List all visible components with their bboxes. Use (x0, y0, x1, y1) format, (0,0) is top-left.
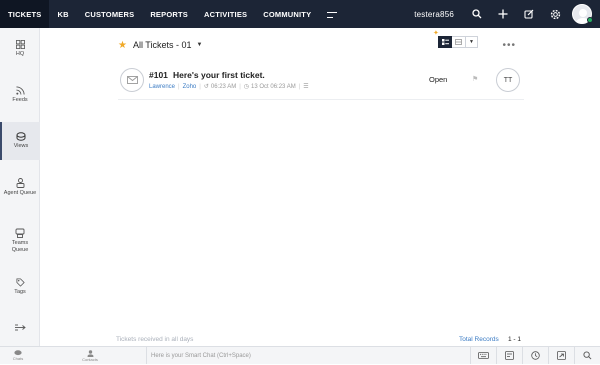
account-link[interactable]: Zoho (183, 84, 197, 90)
top-navigation: TICKETS KB CUSTOMERS REPORTS ACTIVITIES … (0, 0, 600, 28)
sidebar-item-teams-queue[interactable]: Teams Queue (0, 228, 40, 253)
email-channel-icon (120, 68, 144, 92)
card-view-button[interactable] (438, 36, 452, 48)
sidebar-item-label: HQ (15, 51, 25, 57)
tab-tickets[interactable]: TICKETS (0, 0, 50, 28)
sidebar-item-label: Teams Queue (11, 240, 29, 253)
ticket-id[interactable]: #101 (149, 70, 168, 80)
sidebar-item-tags[interactable]: Tags (0, 278, 40, 296)
tab-label: KB (57, 9, 69, 19)
portal-name[interactable]: testera856 (414, 10, 454, 19)
views-icon (16, 132, 26, 141)
tab-label: REPORTS (150, 9, 188, 19)
history-icon[interactable] (522, 347, 548, 364)
tab-activities[interactable]: ACTIVITIES (196, 0, 255, 28)
sidebar-item-agent-queue[interactable]: Agent Queue (0, 178, 40, 197)
sidebar-item-feeds[interactable]: Feeds (0, 86, 40, 104)
tag-icon (15, 278, 25, 287)
tab-reports[interactable]: REPORTS (142, 0, 196, 28)
compose-icon[interactable] (516, 0, 542, 28)
status-badge[interactable]: Open (429, 75, 447, 84)
contacts-button[interactable]: Contacts (72, 347, 108, 365)
table-view-button[interactable] (452, 36, 466, 48)
tab-label: CUSTOMERS (84, 9, 135, 19)
clock-icon: ◷ (243, 84, 250, 90)
view-header: ★ All Tickets - 01 ▼ ✦ ▼ ••• (118, 30, 520, 54)
ticket-meta: Lawrence | Zoho | ↺ 06:23 AM | ◷ 13 Oct … (149, 83, 309, 91)
sidebar-item-views[interactable]: Views (0, 122, 40, 160)
priority-flag-icon[interactable]: ⚑ (472, 75, 478, 83)
plus-icon[interactable] (490, 0, 516, 28)
ticket-subject[interactable]: Here's your first ticket. (173, 70, 265, 80)
contacts-label: Contacts (82, 356, 98, 362)
tab-customers[interactable]: CUSTOMERS (77, 0, 143, 28)
footer-info: Tickets received in all days (116, 336, 194, 343)
teams-queue-icon (15, 228, 25, 238)
chats-button[interactable]: Chats (0, 347, 36, 365)
bottom-bar: Chats Contacts Here is your Smart Chat (… (0, 346, 600, 364)
more-options-icon[interactable]: ••• (502, 40, 516, 51)
smart-chat-input[interactable]: Here is your Smart Chat (Ctrl+Space) (146, 347, 476, 364)
list-icon (441, 39, 449, 45)
tab-kb[interactable]: KB (49, 0, 76, 28)
left-sidebar: HQ Feeds Views Agent Queue Teams Queue T… (0, 28, 40, 346)
chevron-down-icon[interactable]: ▼ (197, 42, 203, 48)
settings-icon[interactable] (542, 0, 568, 28)
chats-label: Chats (12, 356, 24, 361)
sidebar-item-hq[interactable]: HQ (0, 40, 40, 58)
search-icon[interactable] (464, 0, 490, 28)
keyboard-icon[interactable] (470, 347, 496, 364)
rss-icon (15, 86, 25, 95)
ticket-row[interactable]: #101 Here's your first ticket. Lawrence … (118, 62, 524, 100)
total-records-link[interactable]: Total Records (459, 336, 499, 343)
reply-icon: ↺ (203, 84, 209, 90)
tab-community[interactable]: COMMUNITY (255, 0, 319, 28)
ticket-time: 06:23 AM (210, 83, 237, 90)
tab-label: ACTIVITIES (203, 9, 248, 19)
search-icon[interactable] (574, 347, 600, 364)
view-mode-toggle: ▼ (438, 36, 478, 48)
sidebar-item-label: Views (13, 143, 29, 150)
share-icon[interactable] (548, 347, 574, 364)
ticket-date: 13 Oct 06:23 AM (251, 83, 296, 90)
star-icon[interactable]: ★ (118, 40, 127, 51)
contacts-icon (87, 349, 93, 357)
grid-icon (15, 40, 25, 49)
table-icon (455, 39, 462, 45)
agent-queue-icon (16, 178, 24, 188)
assignee-avatar[interactable]: TT (496, 68, 520, 92)
sidebar-item-label: Tags (14, 289, 26, 295)
contact-link[interactable]: Lawrence (149, 84, 175, 90)
details-icon[interactable]: ☰ (303, 83, 308, 90)
online-status-icon (587, 17, 593, 23)
more-tabs-icon[interactable] (327, 10, 338, 18)
tab-label: COMMUNITY (263, 9, 312, 19)
sidebar-item-label: Agent Queue (3, 190, 37, 196)
notes-icon[interactable] (496, 347, 522, 364)
smart-chat-placeholder: Here is your Smart Chat (Ctrl+Space) (151, 352, 251, 359)
view-title[interactable]: All Tickets - 01 (133, 40, 192, 50)
records-count: 1 - 1 (508, 336, 522, 343)
tab-label: TICKETS (8, 9, 42, 19)
view-options-dropdown[interactable]: ▼ (466, 36, 478, 48)
sidebar-item-label: Feeds (12, 97, 28, 103)
collapse-sidebar-icon[interactable] (0, 324, 40, 333)
